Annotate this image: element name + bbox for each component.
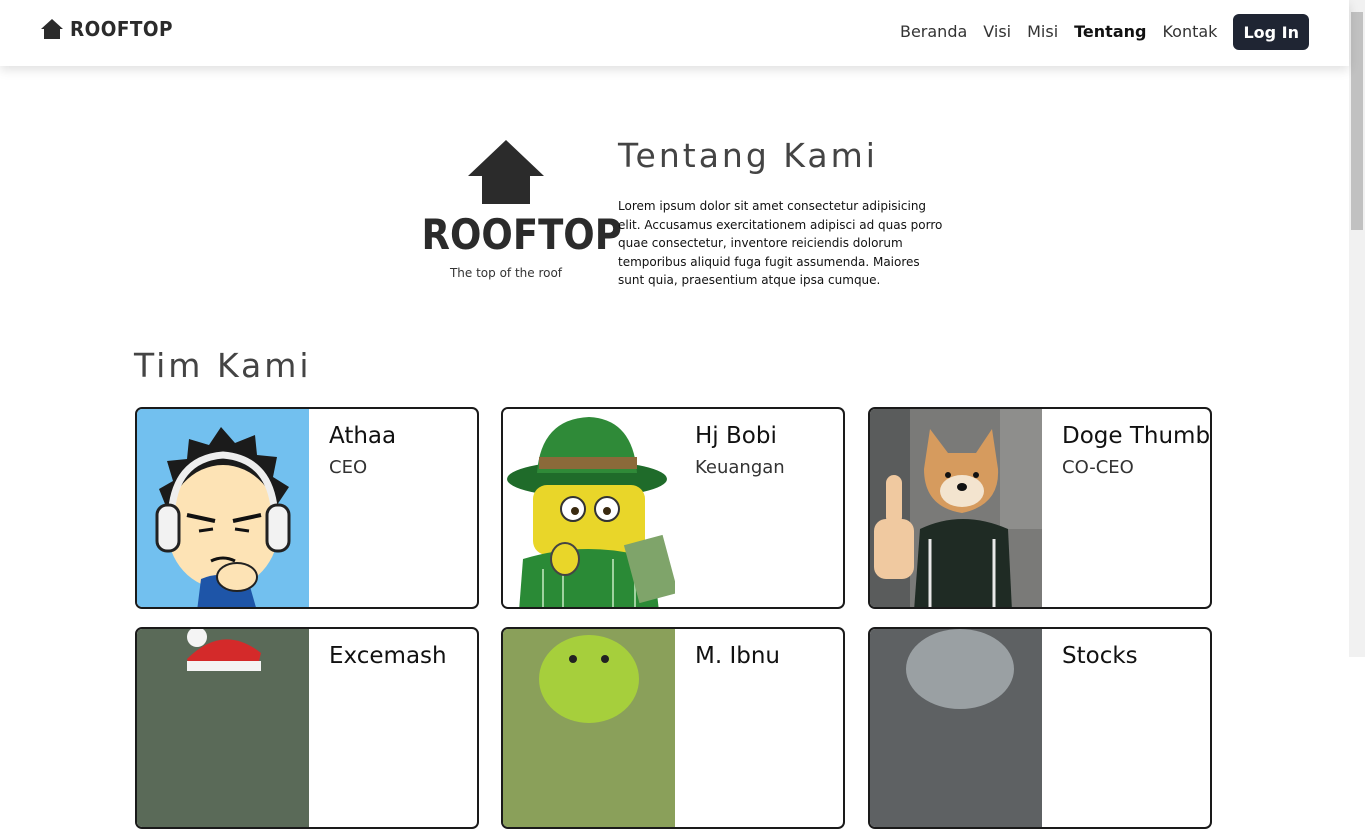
member-name: Hj Bobi xyxy=(695,423,777,449)
nav-link-kontak[interactable]: Kontak xyxy=(1162,14,1217,50)
member-name: Stocks xyxy=(1062,643,1138,669)
member-photo xyxy=(137,409,309,607)
team-card: Excemash xyxy=(135,627,479,829)
house-icon xyxy=(41,19,63,39)
member-name: Excemash xyxy=(329,643,447,669)
brand-logo[interactable]: ROOFTOP xyxy=(40,17,182,41)
page-scrollbar[interactable] xyxy=(1349,0,1365,657)
member-role: CEO xyxy=(329,457,368,478)
member-photo xyxy=(870,409,1042,607)
member-photo xyxy=(870,629,1042,827)
scrollbar-thumb[interactable] xyxy=(1351,12,1363,230)
rooftop-logo: ROOFTOP The top of the roof xyxy=(410,140,622,285)
nav-link-beranda[interactable]: Beranda xyxy=(900,14,967,50)
logo-tagline: The top of the roof xyxy=(449,266,563,280)
nav-link-misi[interactable]: Misi xyxy=(1027,14,1058,50)
member-name: Athaa xyxy=(329,423,397,449)
about-title: Tentang Kami xyxy=(618,136,878,175)
team-card: Hj Bobi Keuangan xyxy=(501,407,845,609)
member-photo xyxy=(137,629,309,827)
nav-link-visi[interactable]: Visi xyxy=(983,14,1011,50)
team-card: Stocks xyxy=(868,627,1212,829)
nav-link-tentang[interactable]: Tentang xyxy=(1074,14,1146,50)
team-card: Doge Thumb CO-CEO xyxy=(868,407,1212,609)
team-title: Tim Kami xyxy=(134,346,312,385)
member-role: Keuangan xyxy=(695,457,785,478)
member-name: Doge Thumb xyxy=(1062,423,1211,449)
team-card: Athaa CEO xyxy=(135,407,479,609)
member-photo xyxy=(503,409,675,607)
login-button[interactable]: Log In xyxy=(1233,14,1309,50)
nav-menu: Beranda Visi Misi Tentang Kontak Log In xyxy=(884,14,1309,50)
member-name: M. Ibnu xyxy=(695,643,781,669)
house-icon xyxy=(468,140,544,204)
member-role: CO-CEO xyxy=(1062,457,1134,478)
about-description: Lorem ipsum dolor sit amet consectetur a… xyxy=(618,199,943,288)
team-card: M. Ibnu xyxy=(501,627,845,829)
navbar: ROOFTOP Beranda Visi Misi Tentang Kontak… xyxy=(0,0,1349,66)
logo-wordmark: ROOFTOP xyxy=(421,210,622,259)
brand-name: ROOFTOP xyxy=(70,17,173,41)
member-photo xyxy=(503,629,675,827)
